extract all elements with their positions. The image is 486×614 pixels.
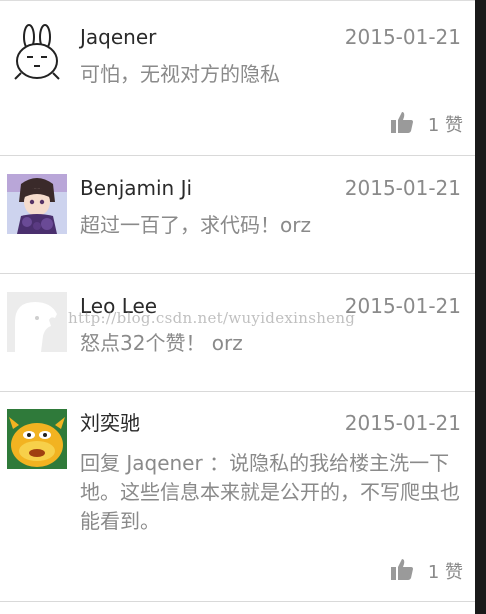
comment-text: 怒点32个赞！ orz (80, 331, 243, 355)
comment-username[interactable]: Benjamin Ji (80, 176, 192, 200)
comment-text: 超过一百了，求代码！orz (80, 213, 311, 237)
comment-date: 2015-01-21 (344, 25, 461, 49)
comment-item: Jaqener 2015-01-21 可怕，无视对方的隐私 1 赞 (0, 0, 475, 156)
default-avatar[interactable] (7, 292, 67, 352)
comment-username[interactable]: 刘奕驰 (80, 411, 140, 435)
comment-date: 2015-01-21 (344, 176, 461, 200)
comment-date: 2015-01-21 (344, 294, 461, 318)
thumbs-up-icon (390, 557, 414, 585)
like-count: 1 赞 (427, 562, 463, 583)
comment-item: Leo Lee 2015-01-21 怒点32个赞！ orz (0, 273, 475, 392)
comment-text: 回复 Jaqener ：说隐私的我给楼主洗一下地。这些信息本来就是公开的，不写爬… (80, 451, 460, 533)
like-count: 1 赞 (427, 115, 463, 136)
watermark-text: http://blog.csdn.net/wuyidexinsheng (68, 309, 356, 327)
comment-username[interactable]: Jaqener (80, 25, 156, 49)
comment-text: 可怕，无视对方的隐私 (80, 62, 280, 86)
like-button[interactable]: 1 赞 (390, 110, 463, 138)
anime-boy-avatar[interactable] (7, 174, 67, 234)
screen-edge (475, 0, 486, 614)
comment-list-screen: Jaqener 2015-01-21 可怕，无视对方的隐私 1 赞 Benjam… (0, 0, 486, 614)
like-button[interactable]: 1 赞 (390, 557, 463, 585)
comment-item: Benjamin Ji 2015-01-21 超过一百了，求代码！orz (0, 155, 475, 274)
comment-date: 2015-01-21 (344, 411, 461, 435)
rabbit-avatar[interactable] (7, 23, 67, 83)
comment-item: 刘奕驰 2015-01-21 回复 Jaqener ：说隐私的我给楼主洗一下地。… (0, 391, 475, 602)
thumbs-up-icon (390, 110, 414, 138)
monster-avatar[interactable] (7, 409, 67, 469)
